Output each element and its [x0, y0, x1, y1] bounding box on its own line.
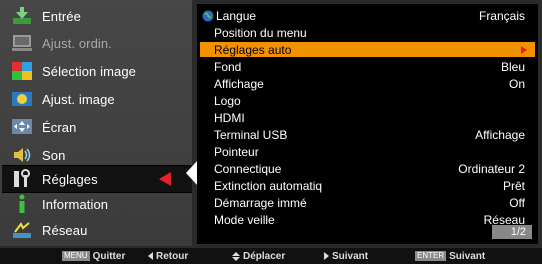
computer-icon — [10, 32, 34, 54]
network-icon — [10, 219, 34, 241]
sidebar-item-information[interactable]: Information — [2, 191, 192, 217]
sidebar-item-label: Entrée — [42, 8, 81, 24]
sidebar-item-label: Écran — [42, 119, 77, 135]
footer-move-label: Déplacer — [243, 250, 286, 262]
footer-back-label: Retour — [156, 250, 189, 262]
settings-row-logo[interactable]: Logo — [200, 93, 535, 108]
sidebar-item-label: Ajust. image — [42, 91, 115, 107]
settings-row-value: Ordinateur 2 — [458, 161, 525, 176]
settings-panel: Langue Français Position du menu Réglage… — [197, 4, 538, 244]
settings-row-pointeur[interactable]: Pointeur — [200, 144, 535, 159]
sidebar-item-reseau[interactable]: Réseau — [2, 217, 192, 243]
settings-row-label: Langue — [216, 8, 257, 23]
sidebar-item-ajust-image[interactable]: Ajust. image — [2, 86, 192, 112]
settings-row-label: Réglages auto — [214, 42, 292, 57]
settings-row-mode-veille[interactable]: Mode veille Réseau — [200, 212, 535, 227]
sidebar-item-entree[interactable]: Entrée — [2, 3, 192, 29]
screen-icon — [10, 116, 34, 138]
selection-arrow-icon — [159, 172, 171, 186]
settings-row-fond[interactable]: Fond Bleu — [200, 59, 535, 74]
settings-row-label: Mode veille — [214, 212, 275, 227]
footer-enter-next: ENTER Suivant — [415, 251, 485, 262]
settings-row-label: Démarrage immé — [214, 195, 307, 210]
settings-row-terminal-usb[interactable]: Terminal USB Affichage — [200, 127, 535, 142]
settings-row-extinction-automatique[interactable]: Extinction automatiq Prêt — [200, 178, 535, 193]
input-arrow-icon — [10, 5, 34, 27]
settings-row-label: Fond — [214, 59, 242, 74]
sidebar-item-label: Réseau — [42, 222, 88, 238]
settings-row-langue[interactable]: Langue Français — [200, 8, 535, 23]
up-down-arrow-icon — [232, 251, 240, 261]
settings-row-affichage[interactable]: Affichage On — [200, 76, 535, 91]
settings-row-label: Logo — [214, 93, 241, 108]
sidebar-item-label: Information — [42, 196, 109, 212]
page-indicator: 1/2 — [492, 225, 532, 239]
globe-icon — [202, 10, 214, 22]
settings-row-hdmi[interactable]: HDMI — [200, 110, 535, 125]
settings-row-value: Affichage — [475, 127, 525, 142]
settings-row-connectique[interactable]: Connectique Ordinateur 2 — [200, 161, 535, 176]
settings-row-value: On — [508, 76, 525, 91]
sidebar-item-label: Ajust. ordin. — [42, 35, 112, 51]
image-adjust-icon — [10, 88, 34, 110]
chevron-right-icon — [521, 45, 527, 54]
right-arrow-icon — [324, 252, 329, 260]
footer-move: Déplacer — [232, 251, 285, 262]
sidebar-item-selection-image[interactable]: Sélection image — [2, 58, 192, 84]
footer-enter-next-label: Suivant — [449, 250, 486, 262]
left-arrow-icon — [148, 252, 153, 260]
settings-row-label: Extinction automatiq — [214, 178, 323, 193]
settings-row-label: HDMI — [214, 110, 245, 125]
footer-back: Retour — [148, 251, 188, 262]
settings-row-value: Off — [509, 195, 525, 210]
settings-row-label: Pointeur — [214, 144, 259, 159]
settings-row-value: Prêt — [502, 178, 525, 193]
footer-next-label: Suivant — [332, 250, 369, 262]
settings-row-label: Affichage — [214, 76, 264, 91]
settings-row-value: Français — [478, 8, 525, 23]
footer-help-bar: MENU Quitter Retour Déplacer Suivant ENT… — [0, 248, 542, 264]
info-icon — [10, 193, 34, 215]
settings-row-position-du-menu[interactable]: Position du menu — [200, 25, 535, 40]
settings-row-label: Position du menu — [214, 25, 307, 40]
footer-quit-label: Quitter — [92, 250, 126, 262]
settings-row-value: Bleu — [500, 59, 525, 74]
sidebar-item-label: Sélection image — [42, 63, 136, 79]
enter-key-icon: ENTER — [415, 251, 447, 261]
sidebar-item-ecran[interactable]: Écran — [2, 114, 192, 140]
settings-row-demarrage-immediat[interactable]: Démarrage immé Off — [200, 195, 535, 210]
sidebar-item-label: Réglages — [42, 171, 98, 187]
wrench-icon — [10, 168, 34, 190]
menu-key-icon: MENU — [62, 251, 90, 261]
footer-quit: MENU Quitter — [62, 251, 125, 262]
settings-row-reglages-auto[interactable]: Réglages auto — [200, 42, 535, 57]
sidebar-item-reglages[interactable]: Réglages — [2, 165, 192, 193]
settings-row-label: Terminal USB — [214, 127, 288, 142]
sidebar-item-ajust-ordin[interactable]: Ajust. ordin. — [2, 30, 192, 56]
main-menu-sidebar: Entrée Ajust. ordin. Sélection image Aju… — [0, 0, 192, 246]
footer-next: Suivant — [324, 251, 368, 262]
sidebar-item-label: Son — [42, 147, 66, 163]
speaker-icon — [10, 144, 34, 166]
settings-row-label: Connectique — [214, 161, 282, 176]
image-select-icon — [10, 60, 34, 82]
